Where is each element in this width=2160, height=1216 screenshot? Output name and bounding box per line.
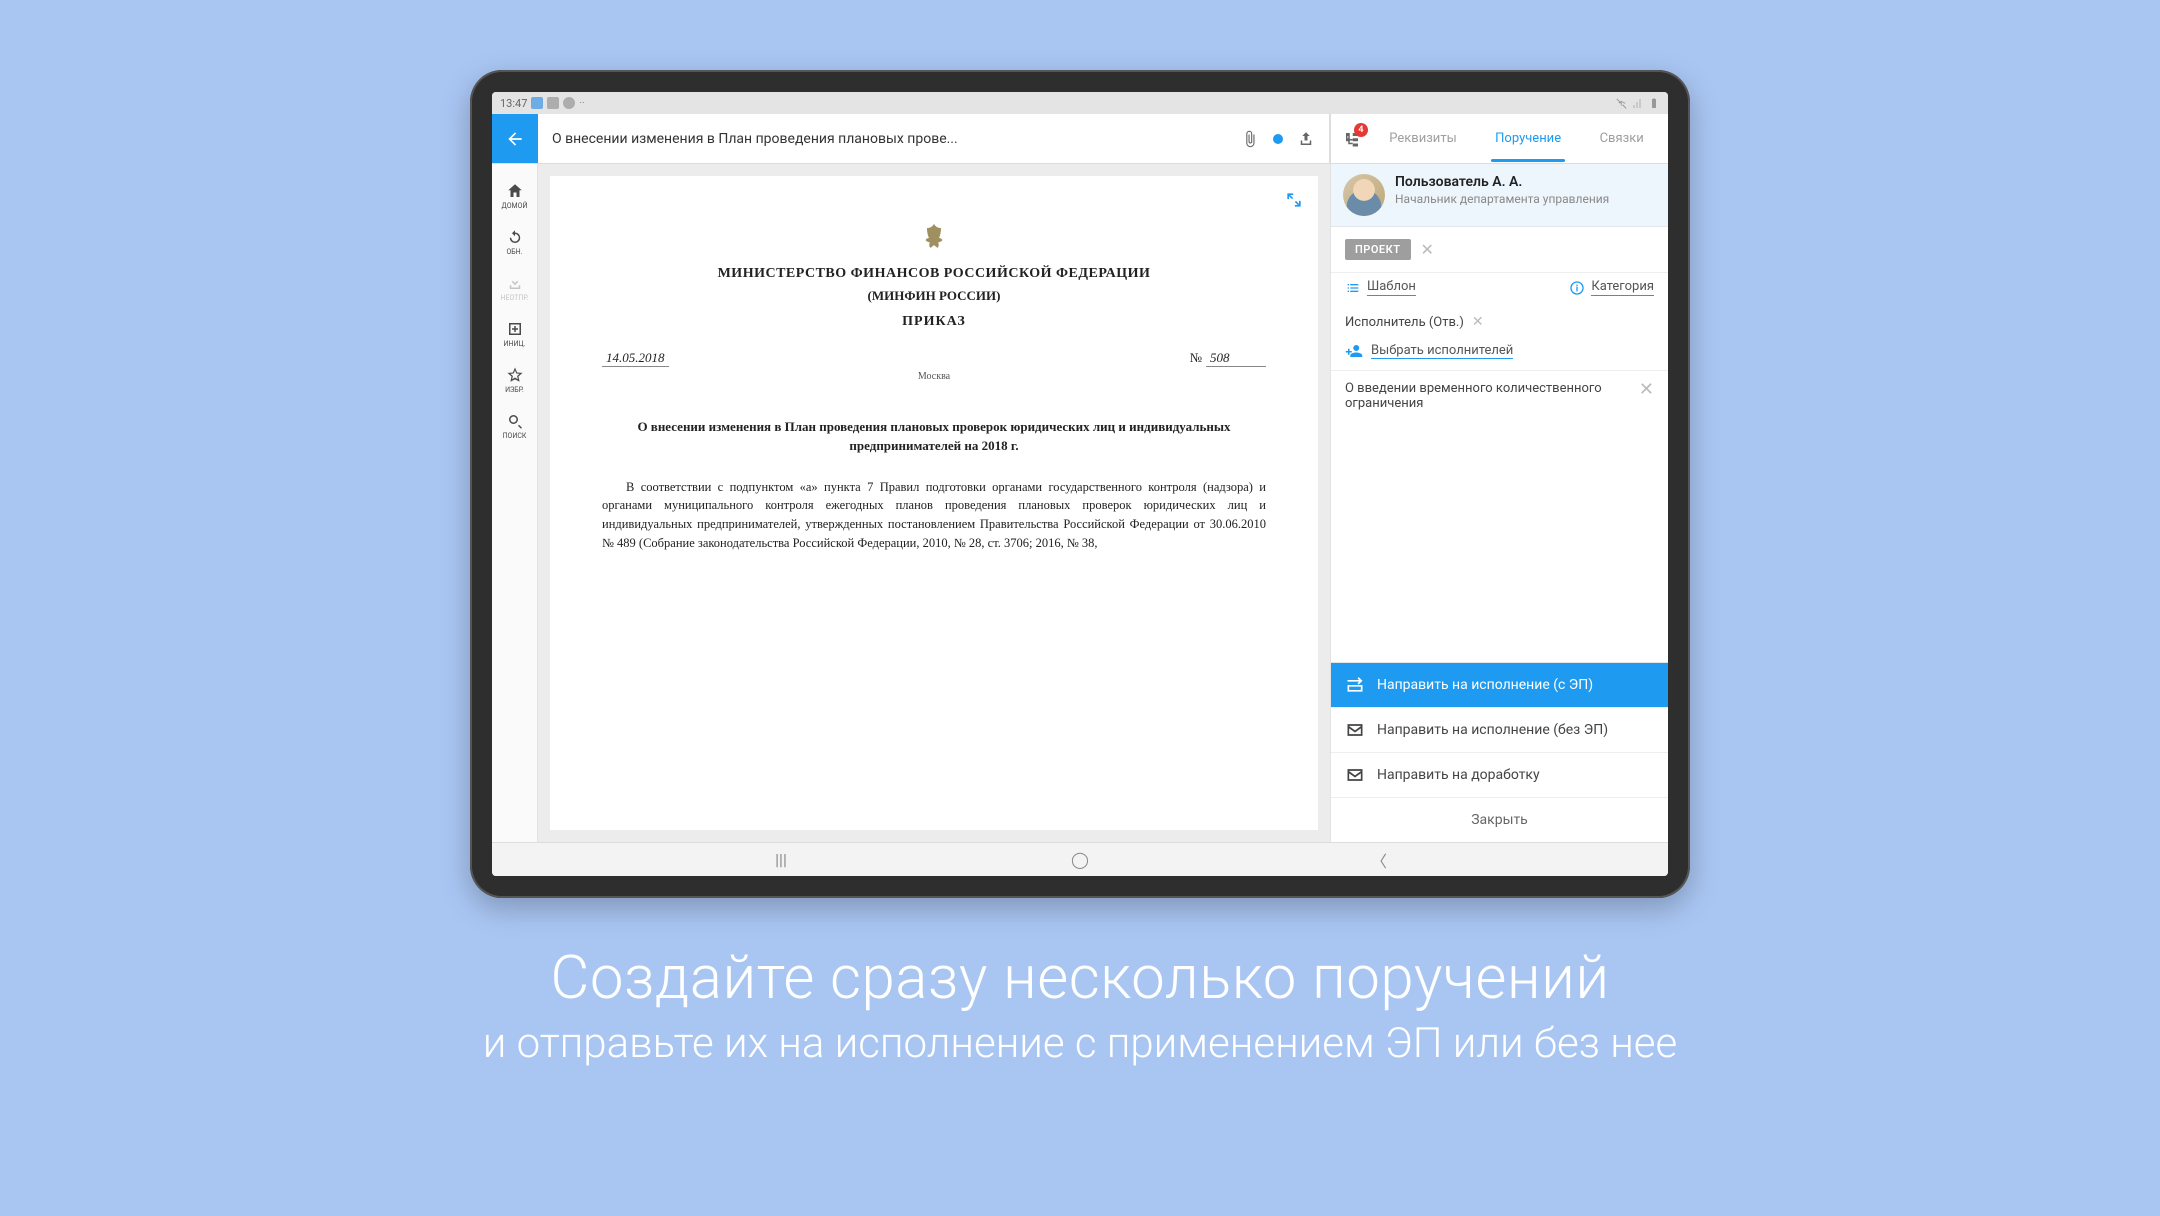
note-text-1: О введении временного количественного ог… (1345, 381, 1631, 411)
android-status-bar: 13:47 ·· (492, 92, 1668, 114)
doc-ministry: МИНИСТЕРСТВО ФИНАНСОВ РОССИЙСКОЙ ФЕДЕРАЦ… (602, 266, 1266, 282)
device-screen: 13:47 ·· О внесении изменения в План про… (492, 92, 1668, 876)
info-icon (1569, 280, 1585, 296)
coat-of-arms-icon (917, 220, 951, 256)
add-executors[interactable]: Выбрать исполнителей (1331, 338, 1668, 370)
tab-links[interactable]: Связки (1596, 121, 1648, 156)
status-app-icon (531, 97, 543, 109)
avatar (1343, 174, 1385, 216)
status-dot-icon (1273, 134, 1283, 144)
send-signed-icon (1345, 675, 1365, 695)
list-icon (1345, 280, 1361, 296)
actions-list: Направить на исполнение (с ЭП) Направить… (1331, 662, 1668, 842)
assignment-panel: Пользователь А. А. Начальник департамент… (1330, 164, 1668, 842)
action-send-noes[interactable]: Направить на исполнение (без ЭП) (1331, 707, 1668, 752)
clear-executor-icon[interactable]: ✕ (1472, 314, 1484, 330)
nav-search-label: ПОИСК (503, 432, 527, 440)
doc-type: ПРИКАЗ (602, 314, 1266, 330)
nav-download: НЕОТПР. (492, 266, 537, 308)
status-image-icon (547, 97, 559, 109)
download-icon (506, 274, 524, 292)
action-send-rework[interactable]: Направить на доработку (1331, 752, 1668, 797)
badge-count: 4 (1354, 123, 1368, 137)
fullscreen-button[interactable] (1284, 190, 1304, 214)
category-link[interactable]: Категория (1569, 279, 1654, 296)
tree-button[interactable]: 4 (1339, 126, 1365, 152)
add-user-icon (1345, 342, 1363, 360)
user-role: Начальник департамента управления (1395, 192, 1609, 208)
paperclip-icon[interactable] (1241, 130, 1259, 148)
project-badge: ПРОЕКТ (1345, 239, 1411, 260)
home-button[interactable]: ◯ (1070, 850, 1090, 869)
project-status-row: ПРОЕКТ ✕ (1331, 227, 1668, 273)
tab-assignment[interactable]: Поручение (1491, 121, 1565, 156)
doc-number: 508 (1206, 350, 1266, 367)
doc-number-prefix: № (1190, 350, 1202, 366)
signal-icon (1632, 97, 1644, 109)
status-more-icon: ·· (579, 98, 584, 109)
envelope-return-icon (1345, 765, 1365, 785)
document-page: МИНИСТЕРСТВО ФИНАНСОВ РОССИЙСКОЙ ФЕДЕРАЦ… (550, 176, 1318, 830)
nav-new-label: ИНИЦ. (504, 340, 526, 348)
app-header: О внесении изменения в План проведения п… (492, 114, 1668, 164)
right-header: 4 Реквизиты Поручение Связки (1330, 114, 1668, 163)
android-nav-bar: ||| ◯ 〈 (492, 842, 1668, 876)
clear-project-icon[interactable]: ✕ (1421, 240, 1434, 259)
wifi-off-icon (1616, 97, 1628, 109)
promo-text: Создайте сразу несколько поручений и отп… (483, 942, 1677, 1068)
doc-minfin: (МИНФИН РОССИИ) (602, 288, 1266, 304)
nav-download-label: НЕОТПР. (500, 294, 528, 302)
left-nav: ДОМОЙ ОБН. НЕОТПР. ИНИЦ. ИЗБР. (492, 164, 538, 842)
nav-refresh-label: ОБН. (506, 248, 522, 256)
note-row-1: О введении временного количественного ог… (1331, 370, 1668, 421)
header-title: О внесении изменения в План проведения п… (538, 114, 1227, 163)
user-name: Пользователь А. А. (1395, 174, 1609, 190)
action-send-es[interactable]: Направить на исполнение (с ЭП) (1331, 663, 1668, 707)
status-time: 13:47 (500, 97, 527, 110)
links-row: Шаблон Категория (1331, 273, 1668, 306)
back-button[interactable] (492, 114, 538, 163)
executor-row: Исполнитель (Отв.) ✕ (1331, 306, 1668, 338)
main-content: ДОМОЙ ОБН. НЕОТПР. ИНИЦ. ИЗБР. (492, 164, 1668, 842)
header-actions (1227, 114, 1329, 163)
executor-label: Исполнитель (Отв.) (1345, 315, 1464, 330)
refresh-icon (506, 228, 524, 246)
plus-square-icon (506, 320, 524, 338)
action-close[interactable]: Закрыть (1331, 797, 1668, 842)
nav-search[interactable]: ПОИСК (492, 404, 537, 446)
document-viewer[interactable]: МИНИСТЕРСТВО ФИНАНСОВ РОССИЙСКОЙ ФЕДЕРАЦ… (538, 164, 1330, 842)
status-globe-icon (563, 97, 575, 109)
recent-apps-button[interactable]: ||| (771, 850, 791, 869)
user-card: Пользователь А. А. Начальник департамент… (1331, 164, 1668, 227)
search-icon (506, 412, 524, 430)
remove-note-icon[interactable]: ✕ (1639, 381, 1654, 399)
nav-new[interactable]: ИНИЦ. (492, 312, 537, 354)
arrow-left-icon (505, 129, 525, 149)
tablet-frame: 13:47 ·· О внесении изменения в План про… (470, 70, 1690, 898)
doc-city: Москва (602, 371, 1266, 382)
nav-favorites[interactable]: ИЗБР. (492, 358, 537, 400)
back-nav-button[interactable]: 〈 (1369, 848, 1389, 872)
nav-favorites-label: ИЗБР. (505, 386, 524, 394)
doc-body: В соответствии с подпунктом «а» пункта 7… (602, 478, 1266, 553)
nav-home-label: ДОМОЙ (502, 202, 528, 210)
doc-heading: О внесении изменения в План проведения п… (602, 418, 1266, 456)
expand-icon (1284, 190, 1304, 210)
nav-refresh[interactable]: ОБН. (492, 220, 537, 262)
promo-line-1: Создайте сразу несколько поручений (483, 942, 1677, 1013)
battery-icon (1648, 97, 1660, 109)
template-link[interactable]: Шаблон (1345, 279, 1416, 296)
tab-requisites[interactable]: Реквизиты (1385, 121, 1460, 156)
promo-line-2: и отправьте их на исполнение с применени… (483, 1019, 1677, 1068)
home-icon (506, 182, 524, 200)
share-icon[interactable] (1297, 130, 1315, 148)
nav-home[interactable]: ДОМОЙ (492, 174, 537, 216)
doc-date: 14.05.2018 (602, 350, 669, 367)
star-icon (506, 366, 524, 384)
envelope-icon (1345, 720, 1365, 740)
